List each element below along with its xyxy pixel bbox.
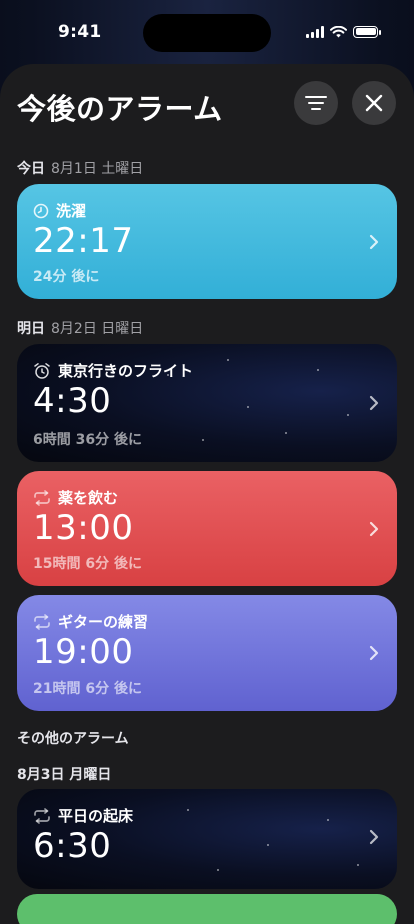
upcoming-alarms-sheet: 今後のアラーム 今日 8月1日 土曜日 洗濯 22:17 24分 後に 明日 8… xyxy=(0,64,414,924)
section-header-tomorrow: 明日 8月2日 日曜日 xyxy=(17,318,143,338)
alarm-time: 19:00 xyxy=(33,632,134,672)
alarm-time: 13:00 xyxy=(33,508,134,548)
alarm-card-guitar[interactable]: ギターの練習 19:00 21時間 6分 後に xyxy=(17,595,397,711)
wifi-icon xyxy=(330,25,347,37)
alarm-clock-icon xyxy=(34,362,50,379)
alarm-relative-time: 24分 後に xyxy=(33,269,100,285)
repeat-icon xyxy=(34,489,50,506)
alarm-name: 洗濯 xyxy=(56,202,87,220)
alarm-relative-time: 6時間 36分 後に xyxy=(33,432,142,448)
filter-lines-icon xyxy=(305,96,327,110)
section-label-other: その他のアラーム xyxy=(17,731,129,747)
section-date-tomorrow: 8月2日 日曜日 xyxy=(51,321,144,337)
alarm-card-weekday-wakeup[interactable]: 平日の起床 6:30 xyxy=(17,789,397,889)
chevron-right-icon xyxy=(369,645,379,661)
filter-button[interactable] xyxy=(294,81,338,125)
section-label-aug3: 8月3日 月曜日 xyxy=(17,767,112,783)
alarm-name: ギターの練習 xyxy=(58,613,149,631)
section-header-today: 今日 8月1日 土曜日 xyxy=(17,158,143,178)
status-bar: 9:41 xyxy=(0,0,414,60)
alarm-name: 薬を飲む xyxy=(58,489,119,507)
section-label-today: 今日 xyxy=(17,161,45,177)
close-icon xyxy=(365,94,383,112)
alarm-time: 4:30 xyxy=(33,381,112,421)
alarm-card-laundry[interactable]: 洗濯 22:17 24分 後に xyxy=(17,184,397,299)
alarm-name: 平日の起床 xyxy=(58,807,134,825)
alarm-card-header: ギターの練習 xyxy=(33,611,148,632)
chevron-right-icon xyxy=(369,521,379,537)
repeat-icon xyxy=(34,613,50,630)
alarm-card-header: 東京行きのフライト xyxy=(33,360,193,381)
alarm-name: 東京行きのフライト xyxy=(58,362,194,380)
chevron-right-icon xyxy=(369,395,379,411)
sheet-title: 今後のアラーム xyxy=(17,92,223,126)
section-header-other: その他のアラーム xyxy=(17,728,135,748)
section-date-today: 8月1日 土曜日 xyxy=(51,161,144,177)
alarm-relative-time: 21時間 6分 後に xyxy=(33,681,142,697)
chevron-right-icon xyxy=(369,234,379,250)
alarm-relative-time: 15時間 6分 後に xyxy=(33,556,142,572)
section-header-aug3: 8月3日 月曜日 xyxy=(17,764,117,784)
status-icons xyxy=(306,25,381,38)
close-button[interactable] xyxy=(352,81,396,125)
alarm-card-header: 洗濯 xyxy=(33,200,86,221)
section-label-tomorrow: 明日 xyxy=(17,321,45,337)
alarm-card-header: 平日の起床 xyxy=(33,805,133,826)
alarm-card-header: 薬を飲む xyxy=(33,487,118,508)
alarm-time: 22:17 xyxy=(33,221,134,261)
alarm-card-medicine[interactable]: 薬を飲む 13:00 15時間 6分 後に xyxy=(17,471,397,586)
alarm-card-next[interactable] xyxy=(17,894,397,924)
clock-icon xyxy=(33,203,49,218)
chevron-right-icon xyxy=(369,829,379,845)
repeat-icon xyxy=(34,807,50,824)
cellular-signal-icon xyxy=(306,25,324,38)
dynamic-island xyxy=(143,14,271,52)
alarm-card-flight[interactable]: 東京行きのフライト 4:30 6時間 36分 後に xyxy=(17,344,397,462)
battery-icon xyxy=(353,25,381,38)
status-time: 9:41 xyxy=(58,22,102,42)
alarm-time: 6:30 xyxy=(33,826,112,866)
